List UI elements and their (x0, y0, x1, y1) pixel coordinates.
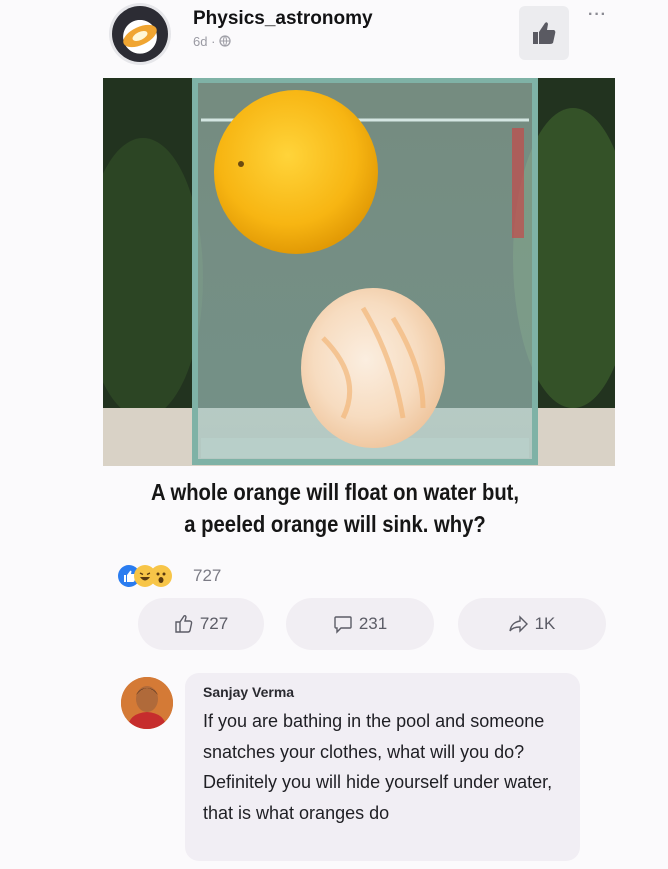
post-meta: 6d · (193, 34, 231, 49)
person-avatar-icon (121, 677, 173, 729)
thumbs-up-outline-icon (175, 614, 193, 633)
wow-reaction-icon (150, 565, 172, 587)
like-count: 727 (199, 614, 229, 633)
like-page-button[interactable] (519, 6, 569, 60)
globe-icon (219, 35, 231, 47)
thumbs-up-icon (533, 22, 556, 44)
caption-line-1: A whole orange will float on water but, (150, 479, 520, 505)
post-image[interactable] (103, 78, 615, 466)
page-avatar[interactable] (112, 6, 168, 62)
share-count: 1K (534, 614, 556, 633)
caption-line-2: a peeled orange will sink. why? (184, 511, 486, 537)
comment-button[interactable]: 231 (286, 598, 434, 650)
comment-author[interactable]: Sanjay Verma (203, 684, 294, 700)
post-time: 6d · (193, 34, 220, 49)
page-name[interactable]: Physics_astronomy (193, 8, 373, 30)
comment-bubble-icon (334, 616, 352, 634)
orange-experiment-photo (103, 78, 615, 466)
more-options-button[interactable]: ··· (588, 6, 607, 24)
share-button[interactable]: 1K (458, 598, 606, 650)
reaction-count[interactable]: 727 (193, 566, 221, 586)
comment-text: If you are bathing in the pool and someo… (203, 711, 553, 823)
galaxy-logo-icon (123, 24, 157, 48)
comment-count: 231 (358, 614, 388, 633)
post-caption: A whole orange will float on water but, … (102, 476, 568, 540)
share-arrow-icon (508, 615, 528, 633)
commenter-avatar[interactable] (121, 677, 173, 729)
like-button[interactable]: 727 (138, 598, 264, 650)
